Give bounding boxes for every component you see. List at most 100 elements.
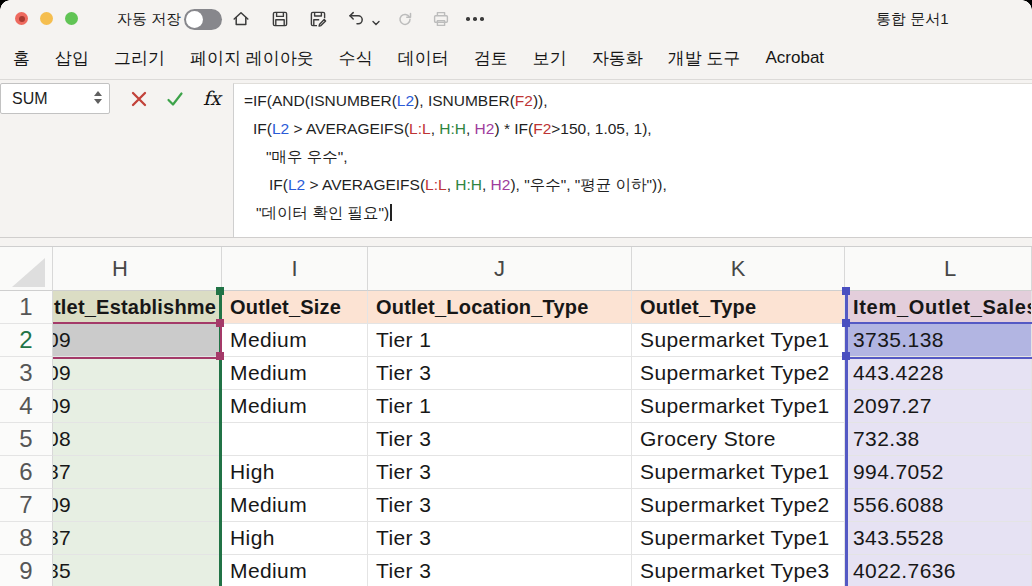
cell-L6[interactable]: 994.7052 xyxy=(845,456,1032,489)
undo-icon[interactable] xyxy=(346,9,366,29)
column-header-J[interactable]: J xyxy=(368,247,632,291)
row-header-9[interactable]: 9 xyxy=(0,555,53,586)
cell-H1[interactable]: tlet_Establishme xyxy=(53,291,222,324)
cell-H5[interactable]: 08 xyxy=(53,423,222,456)
column-header-L[interactable]: L xyxy=(845,247,1032,291)
cell-L2[interactable]: 3735.138 xyxy=(845,324,1032,357)
row-header-8[interactable]: 8 xyxy=(0,522,53,555)
ribbon-tab-3[interactable]: 페이지 레이아웃 xyxy=(190,47,314,70)
cell-L5[interactable]: 732.38 xyxy=(845,423,1032,456)
save-icon[interactable] xyxy=(270,9,290,29)
cell-J5[interactable]: Tier 3 xyxy=(368,423,632,456)
save-as-icon[interactable] xyxy=(308,9,328,29)
more-options-icon[interactable] xyxy=(466,17,484,21)
print-icon xyxy=(431,9,451,29)
cell-K9[interactable]: Supermarket Type3 xyxy=(632,555,845,586)
cell-H3[interactable]: 09 xyxy=(53,357,222,390)
ribbon-tab-2[interactable]: 그리기 xyxy=(114,47,165,70)
ribbon-tab-9[interactable]: 개발 도구 xyxy=(668,47,741,70)
cell-H2[interactable]: 09 xyxy=(53,324,222,357)
formula-line-4: IF(L2 > AVERAGEIFS(L:L, H:H, H2), "우수", … xyxy=(234,171,1032,199)
ribbon-tab-1[interactable]: 삽입 xyxy=(55,47,89,70)
cancel-icon[interactable] xyxy=(130,90,148,108)
cell-H8[interactable]: 87 xyxy=(53,522,222,555)
insert-function-icon[interactable]: fx xyxy=(203,87,221,109)
row-header-6[interactable]: 6 xyxy=(0,456,53,489)
undo-menu-chevron-icon[interactable] xyxy=(371,14,381,24)
cell-I4[interactable]: Medium xyxy=(222,390,368,423)
ribbon-tab-5[interactable]: 데이터 xyxy=(398,47,449,70)
cell-I1[interactable]: Outlet_Size xyxy=(222,291,368,324)
row-header-3[interactable]: 3 xyxy=(0,357,53,390)
cell-K7[interactable]: Supermarket Type2 xyxy=(632,489,845,522)
cell-L7[interactable]: 556.6088 xyxy=(845,489,1032,522)
cell-J1[interactable]: Outlet_Location_Type xyxy=(368,291,632,324)
row-header-4[interactable]: 4 xyxy=(0,390,53,423)
ribbon-tab-8[interactable]: 자동화 xyxy=(592,47,643,70)
name-box[interactable]: SUM xyxy=(0,83,110,114)
ribbon-tab-10[interactable]: Acrobat xyxy=(765,48,824,68)
cell-H4[interactable]: 09 xyxy=(53,390,222,423)
home-icon[interactable] xyxy=(231,9,251,29)
cell-L9[interactable]: 4022.7636 xyxy=(845,555,1032,586)
column-header-K[interactable]: K xyxy=(632,247,845,291)
row-header-5[interactable]: 5 xyxy=(0,423,53,456)
window-corner-right xyxy=(1022,0,1032,10)
cell-I9[interactable]: Medium xyxy=(222,555,368,586)
column-header-H[interactable]: H xyxy=(53,247,222,291)
toggle-knob xyxy=(186,11,203,28)
cell-I3[interactable]: Medium xyxy=(222,357,368,390)
select-all-corner[interactable] xyxy=(0,247,53,291)
cell-L8[interactable]: 343.5528 xyxy=(845,522,1032,555)
cell-H6[interactable]: 87 xyxy=(53,456,222,489)
ribbon-tab-4[interactable]: 수식 xyxy=(339,47,373,70)
row-header-7[interactable]: 7 xyxy=(0,489,53,522)
cell-I6[interactable]: High xyxy=(222,456,368,489)
zoom-button[interactable] xyxy=(65,12,78,25)
cell-L4[interactable]: 2097.27 xyxy=(845,390,1032,423)
autosave-label: 자동 저장 xyxy=(117,10,181,29)
cell-H9[interactable]: 85 xyxy=(53,555,222,586)
text-cursor xyxy=(390,204,392,221)
cell-J4[interactable]: Tier 1 xyxy=(368,390,632,423)
cell-K5[interactable]: Grocery Store xyxy=(632,423,845,456)
column-header-I[interactable]: I xyxy=(222,247,368,291)
cell-L1[interactable]: Item_Outlet_Sales xyxy=(845,291,1032,324)
cell-J8[interactable]: Tier 3 xyxy=(368,522,632,555)
formula-input[interactable]: =IF(AND(ISNUMBER(L2), ISNUMBER(F2)), IF(L… xyxy=(233,83,1032,237)
cell-H7[interactable]: 09 xyxy=(53,489,222,522)
cell-I5[interactable] xyxy=(222,423,368,456)
cell-J7[interactable]: Tier 3 xyxy=(368,489,632,522)
cell-I2[interactable]: Medium xyxy=(222,324,368,357)
formula-line-1: =IF(AND(ISNUMBER(L2), ISNUMBER(F2)), xyxy=(234,87,1032,115)
minimize-button[interactable] xyxy=(40,12,53,25)
cell-J9[interactable]: Tier 3 xyxy=(368,555,632,586)
cell-K3[interactable]: Supermarket Type2 xyxy=(632,357,845,390)
stepper-down-icon xyxy=(94,99,102,104)
select-all-triangle xyxy=(12,258,45,287)
autosave-toggle[interactable] xyxy=(184,9,222,30)
cell-J3[interactable]: Tier 3 xyxy=(368,357,632,390)
cell-J6[interactable]: Tier 3 xyxy=(368,456,632,489)
row-header-2[interactable]: 2 xyxy=(0,324,53,357)
enter-icon[interactable] xyxy=(166,90,184,108)
spreadsheet-grid: HIJKL1tlet_EstablishmeOutlet_SizeOutlet_… xyxy=(0,246,1032,586)
window-controls xyxy=(15,12,78,25)
cell-K4[interactable]: Supermarket Type1 xyxy=(632,390,845,423)
name-box-value: SUM xyxy=(12,90,48,108)
cell-K2[interactable]: Supermarket Type1 xyxy=(632,324,845,357)
ribbon-tab-7[interactable]: 보기 xyxy=(533,47,567,70)
cell-L3[interactable]: 443.4228 xyxy=(845,357,1032,390)
cell-K6[interactable]: Supermarket Type1 xyxy=(632,456,845,489)
ribbon-tab-0[interactable]: 홈 xyxy=(13,47,30,70)
cell-I8[interactable]: High xyxy=(222,522,368,555)
cell-J2[interactable]: Tier 1 xyxy=(368,324,632,357)
name-box-stepper[interactable] xyxy=(94,91,102,104)
redo-icon xyxy=(395,9,415,29)
row-header-1[interactable]: 1 xyxy=(0,291,53,324)
cell-K1[interactable]: Outlet_Type xyxy=(632,291,845,324)
cell-I7[interactable]: Medium xyxy=(222,489,368,522)
cell-K8[interactable]: Supermarket Type1 xyxy=(632,522,845,555)
ribbon-tab-6[interactable]: 검토 xyxy=(474,47,508,70)
close-button[interactable] xyxy=(15,12,28,25)
